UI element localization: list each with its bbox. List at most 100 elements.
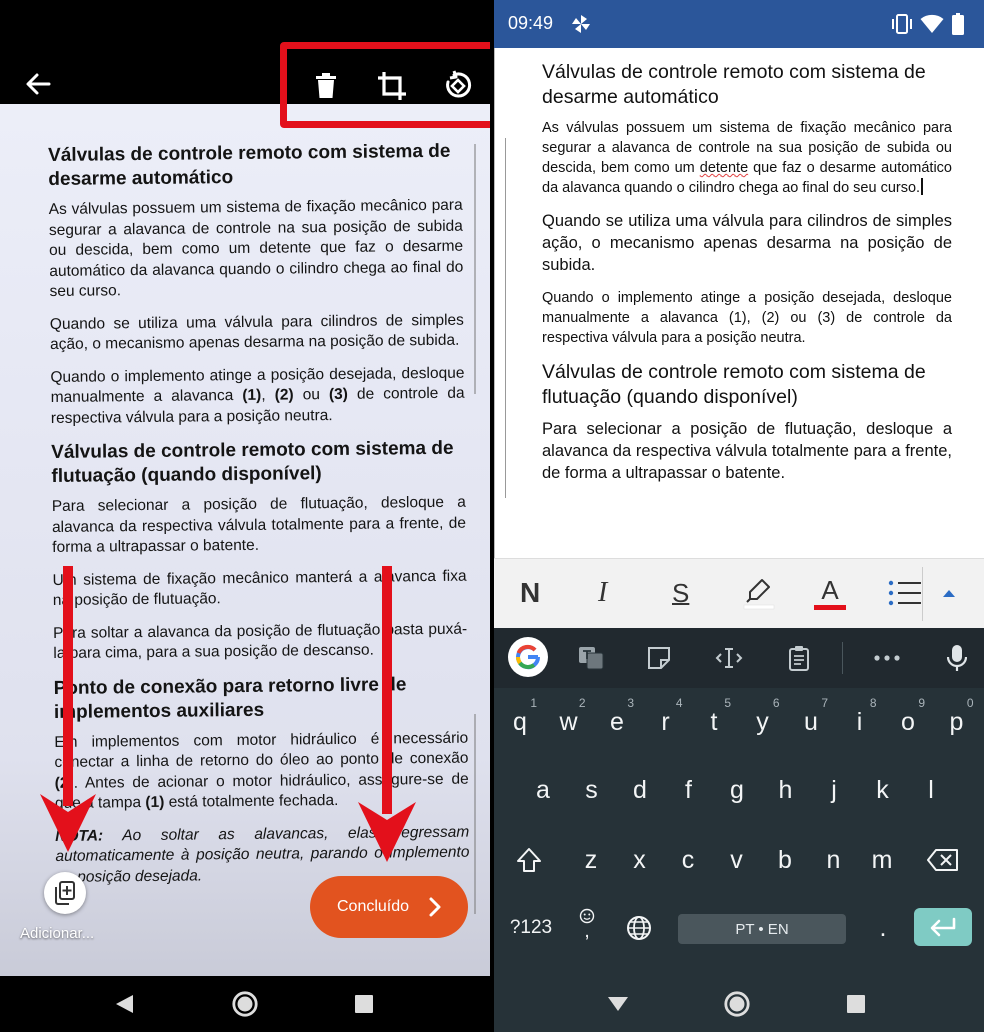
key-n[interactable]: n [811,832,857,888]
crop-button[interactable] [372,66,412,106]
key-d[interactable]: d [617,762,663,818]
nav-home-button[interactable] [231,990,259,1018]
key-hint: 3 [627,696,634,710]
delete-button[interactable] [306,66,346,106]
key-u[interactable]: u7 [788,694,834,750]
home-circle-icon [232,991,258,1017]
doc-paragraph[interactable]: Quando se utiliza uma válvula para cilin… [542,210,952,276]
google-button[interactable] [508,637,548,677]
scan-paragraph: As válvulas possuem um sistema de fixaçã… [48,196,464,300]
key-x[interactable]: x [617,832,663,888]
voice-input-button[interactable] [942,643,972,673]
scan-heading: Válvulas de controle remoto com sistema … [48,140,451,190]
chevron-right-icon [429,897,441,917]
home-circle-icon [724,991,750,1017]
key-hint: 1 [530,696,537,710]
bullet-list-button[interactable] [888,573,922,613]
text-cursor [921,178,923,195]
key-t[interactable]: t5 [691,694,737,750]
key-label: y [756,707,769,736]
key-i[interactable]: i8 [837,694,883,750]
shift-key[interactable] [506,832,552,888]
emoji-comma-key[interactable]: , [570,900,604,956]
document-body[interactable]: Válvulas de controle remoto com sistema … [542,60,952,496]
backspace-key[interactable] [920,832,966,888]
doc-heading[interactable]: Válvulas de controle remoto com sistema … [542,360,952,410]
key-hint: 2 [578,696,586,710]
underline-button[interactable]: S [672,573,689,613]
italic-button[interactable]: I [598,573,607,613]
add-page-label[interactable]: Adicionar... [20,925,94,942]
key-p[interactable]: p0 [934,694,980,750]
key-label: i [856,707,863,736]
key-a[interactable]: a [520,762,566,818]
key-w[interactable]: w2 [546,694,592,750]
key-f[interactable]: f [666,762,712,818]
add-page-button[interactable] [44,872,86,914]
key-e[interactable]: e3 [594,694,640,750]
key-s[interactable]: s [569,762,615,818]
crop-icon [378,72,406,100]
system-nav-bar [0,976,490,1032]
suggestion-divider [842,642,843,674]
back-button[interactable] [18,64,58,104]
key-v[interactable]: v [714,832,760,888]
status-bar: 09:49 [494,0,984,48]
key-k[interactable]: k [860,762,906,818]
bold-button[interactable]: N [520,573,540,613]
nav-home-button[interactable] [723,990,751,1018]
highlight-button[interactable] [742,573,776,613]
period-key[interactable]: . [860,900,906,956]
key-j[interactable]: j [811,762,857,818]
key-hint: 6 [772,696,780,710]
doc-paragraph[interactable]: Para selecionar a posição de flutuação, … [542,418,952,484]
highlighter-icon [743,579,775,610]
text-cursor-control-button[interactable] [714,643,744,673]
key-c[interactable]: c [665,832,711,888]
key-q[interactable]: q1 [497,694,543,750]
doc-paragraph[interactable]: As válvulas possuem um sistema de fixaçã… [542,118,952,198]
clipboard-icon [789,646,809,671]
expand-toolbar-button[interactable] [942,573,956,613]
document-margin-line [494,138,506,498]
key-g[interactable]: g [714,762,760,818]
doc-paragraph[interactable]: Quando o implemento atinge a posição des… [542,288,952,348]
font-color-swatch [814,604,846,610]
key-z[interactable]: z [568,832,614,888]
sticker-button[interactable] [644,643,674,673]
done-button-label: Concluído [337,898,410,915]
scan-paragraph: Para selecionar a posição de flutuação, … [51,493,467,556]
key-y[interactable]: y6 [740,694,786,750]
misspelled-word[interactable]: detente [700,160,748,176]
translate-button[interactable] [576,643,606,673]
enter-key[interactable] [914,908,972,946]
microphone-icon [947,645,967,671]
key-b[interactable]: b [762,832,808,888]
scan-heading: Válvulas de controle remoto com sistema … [51,437,454,487]
key-h[interactable]: h [763,762,809,818]
rotate-button[interactable] [438,66,478,106]
key-o[interactable]: o9 [885,694,931,750]
google-g-icon [516,644,541,670]
page-edge-shadow [474,714,490,914]
doc-heading[interactable]: Válvulas de controle remoto com sistema … [542,60,952,110]
key-label: r [661,707,670,736]
key-l[interactable]: l [908,762,954,818]
space-bar[interactable]: PT • EN [678,914,846,944]
done-button[interactable]: Concluído [310,876,468,938]
symbols-key[interactable]: ?123 [502,900,560,956]
font-color-button[interactable]: A [814,573,846,613]
language-key[interactable] [616,900,662,956]
translate-icon [579,647,604,670]
nav-recents-button[interactable] [350,990,378,1018]
more-options-button[interactable] [872,643,902,673]
keyboard: q1w2e3r4t5y6u7i8o9p0 asdfghjkl zxcvbnm ?… [494,628,984,976]
key-r[interactable]: r4 [643,694,689,750]
clipboard-button[interactable] [784,643,814,673]
nav-recents-button[interactable] [842,990,870,1018]
key-m[interactable]: m [859,832,905,888]
caret-up-icon [943,590,955,597]
nav-back-button[interactable] [110,990,138,1018]
shift-arrow-icon [517,848,541,872]
nav-hide-keyboard-button[interactable] [604,990,632,1018]
